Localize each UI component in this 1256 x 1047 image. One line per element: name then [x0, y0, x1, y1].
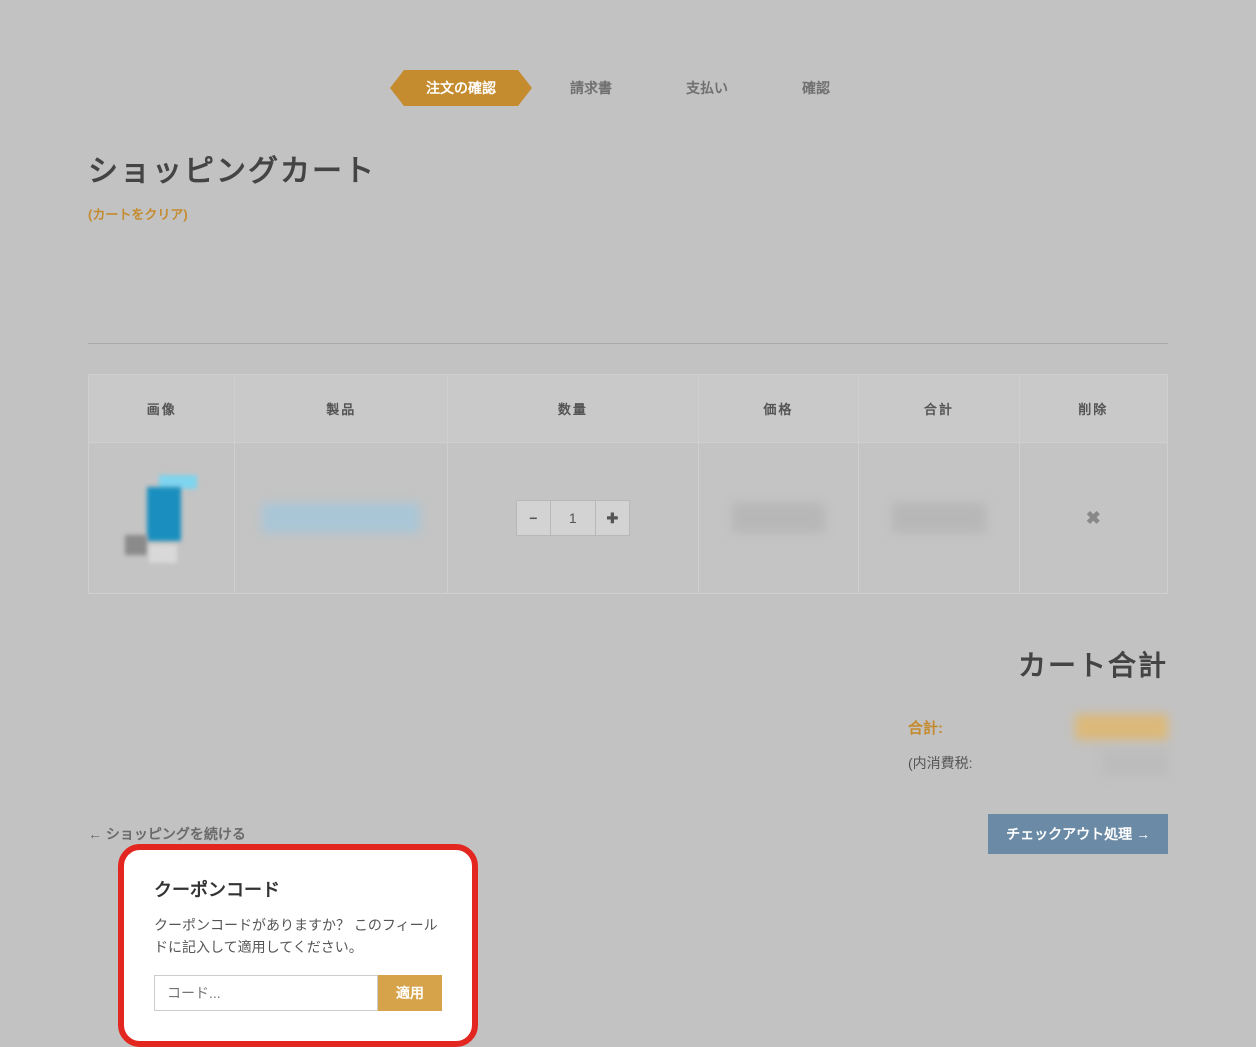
th-price: 価格 — [698, 375, 858, 443]
remove-icon[interactable]: ✖ — [1086, 508, 1101, 528]
tax-value: ███ — [1102, 750, 1168, 776]
clear-cart-link[interactable]: (カートをクリア) — [88, 204, 188, 223]
step-billing[interactable]: 請求書 — [548, 70, 634, 106]
continue-shopping-link[interactable]: ショッピングを続ける — [88, 824, 246, 844]
page-title: ショッピングカート — [88, 146, 1168, 190]
qty-decrease-button[interactable]: − — [517, 501, 551, 535]
cart-total-box: カート合計 合計: ████ (内消費税: ███ — [908, 644, 1168, 786]
coupon-input[interactable] — [154, 975, 378, 1011]
tax-label: (内消費税: — [908, 753, 973, 773]
product-name[interactable]: ████ ████ ███ — [262, 503, 420, 533]
cart-total-heading: カート合計 — [908, 644, 1168, 684]
cart-table: 画像 製品 数量 価格 合計 削除 ████ ████ ███ — [88, 374, 1168, 594]
cell-product: ████ ████ ███ — [235, 443, 448, 594]
th-product: 製品 — [235, 375, 448, 443]
cell-image — [89, 443, 235, 594]
divider — [88, 343, 1168, 344]
coupon-apply-button[interactable]: 適用 — [378, 975, 442, 1011]
coupon-box: クーポンコード クーポンコードがありますか？ このフィールドに記入して適用してく… — [118, 844, 478, 1047]
th-image: 画像 — [89, 375, 235, 443]
cell-price: ████ — [698, 443, 858, 594]
cell-remove: ✖ — [1019, 443, 1167, 594]
qty-increase-button[interactable]: ✚ — [595, 501, 629, 535]
checkout-button[interactable]: チェックアウト処理 — [988, 814, 1168, 854]
total-value: ████ — [1075, 714, 1168, 740]
coupon-title: クーポンコード — [154, 876, 442, 902]
coupon-description: クーポンコードがありますか？ このフィールドに記入して適用してください。 — [154, 914, 442, 959]
th-remove: 削除 — [1019, 375, 1167, 443]
quantity-stepper: − ✚ — [516, 500, 630, 536]
th-quantity: 数量 — [447, 375, 698, 443]
step-review[interactable]: 注文の確認 — [404, 70, 518, 106]
table-row: ████ ████ ███ − ✚ ████ ████ ✖ — [89, 443, 1168, 594]
cell-total: ████ — [859, 443, 1019, 594]
th-total: 合計 — [859, 375, 1019, 443]
checkout-steps: 注文の確認 請求書 支払い 確認 — [88, 70, 1168, 106]
line-total-value: ████ — [892, 503, 985, 533]
qty-input[interactable] — [551, 501, 595, 535]
price-value: ████ — [732, 503, 825, 533]
step-confirm[interactable]: 確認 — [780, 70, 852, 106]
step-payment[interactable]: 支払い — [664, 70, 750, 106]
cell-quantity: − ✚ — [447, 443, 698, 594]
total-label: 合計: — [908, 717, 943, 738]
product-image[interactable] — [117, 473, 207, 563]
